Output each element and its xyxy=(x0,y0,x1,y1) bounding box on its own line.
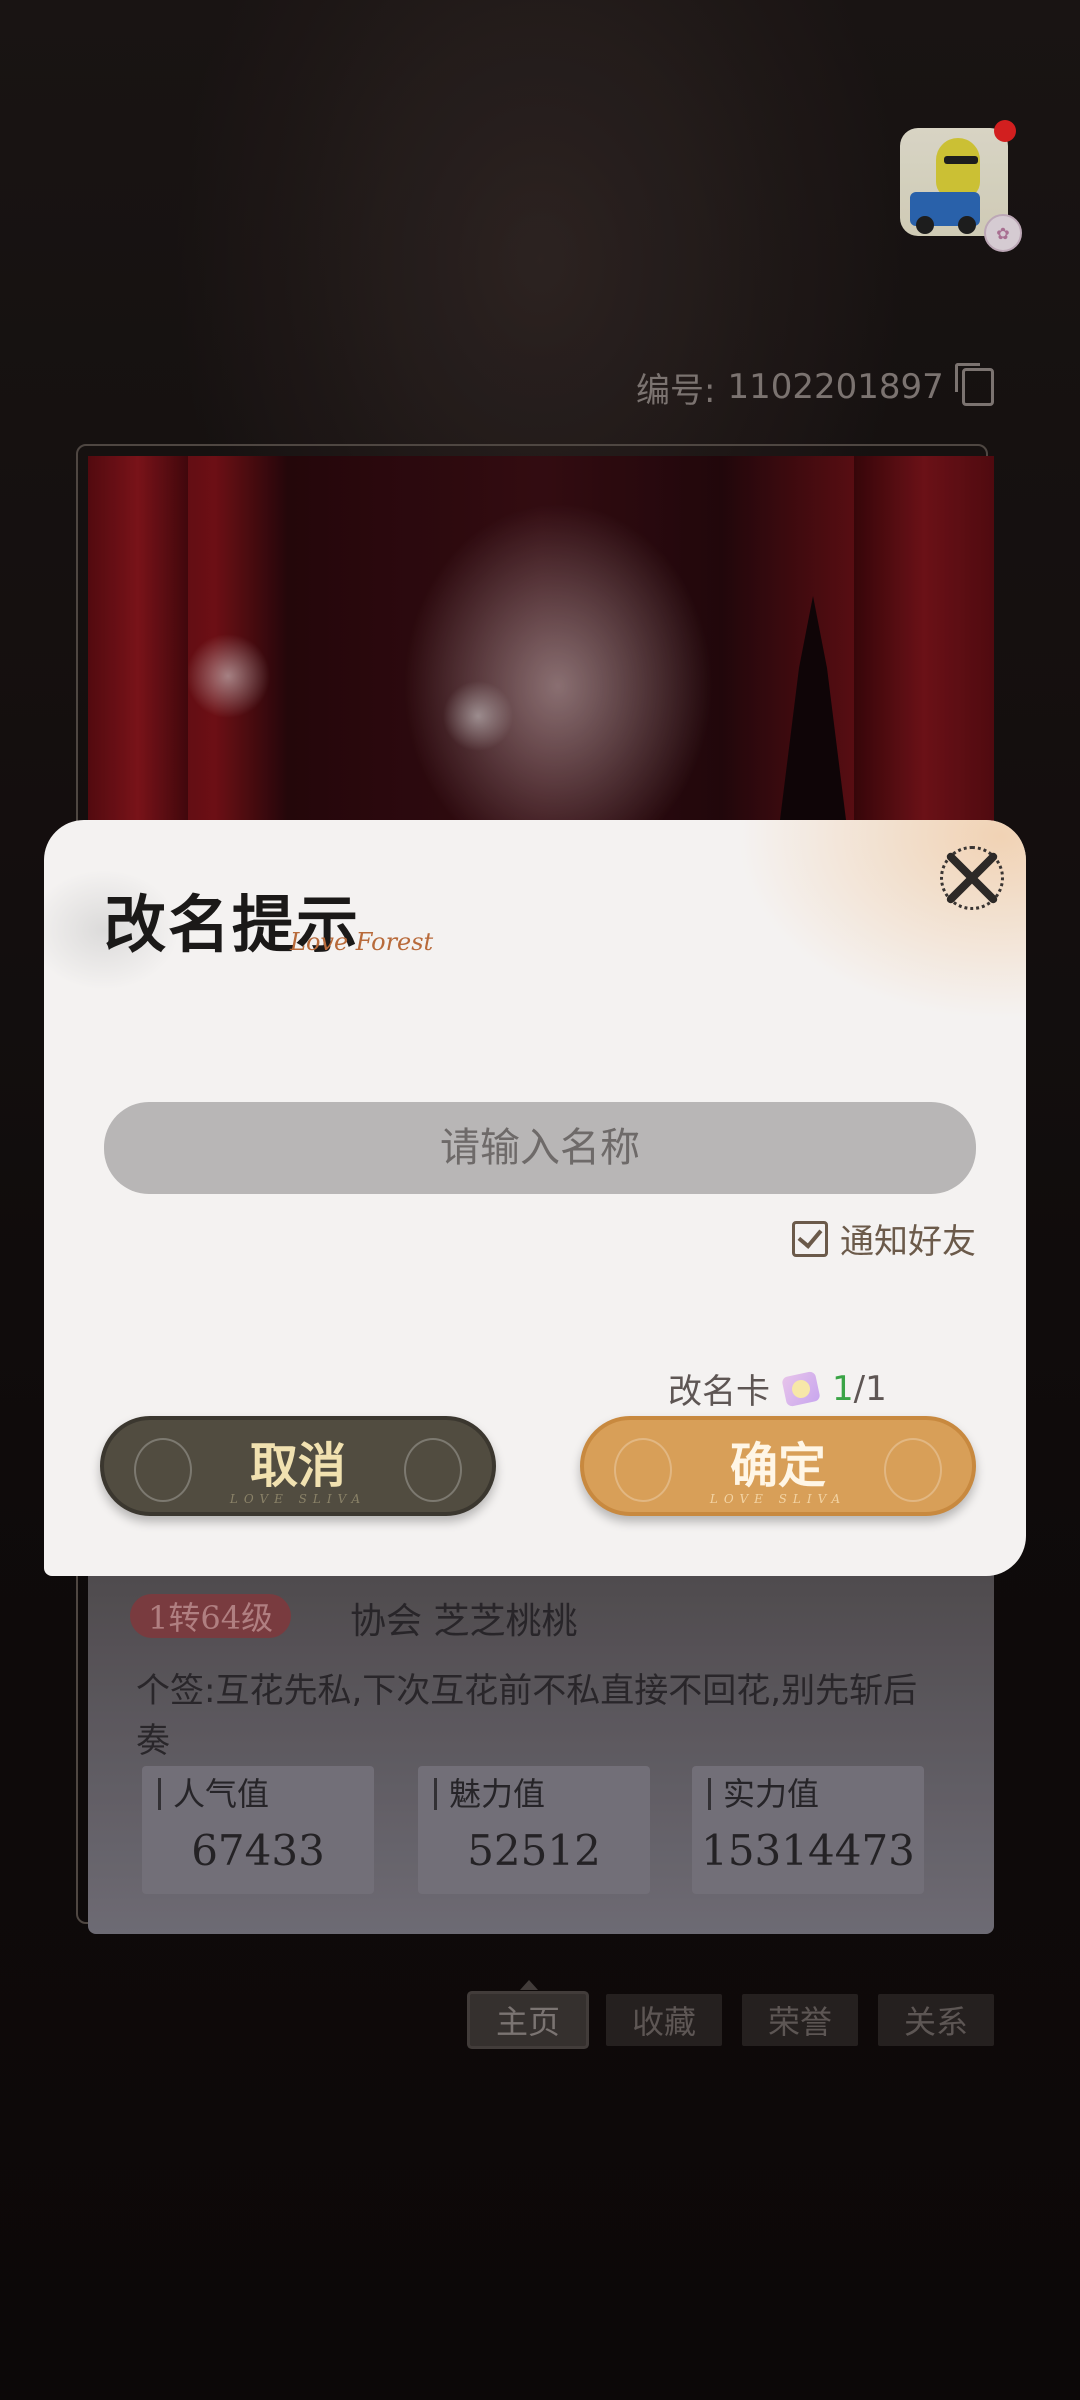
ornament-right xyxy=(404,1438,462,1502)
name-input[interactable] xyxy=(104,1102,976,1194)
ornament-left xyxy=(134,1438,192,1502)
checkbox-icon[interactable] xyxy=(792,1220,828,1257)
notify-friends-toggle[interactable]: 通知好友 xyxy=(792,1214,976,1263)
card-current: 1 xyxy=(832,1368,854,1409)
cancel-button-label: 取消 xyxy=(249,1438,346,1494)
ornament-right xyxy=(884,1438,942,1502)
dialog-script-text: Love Forest xyxy=(290,928,434,956)
rename-card-count: 改名卡 1/1 xyxy=(668,1364,887,1413)
notify-friends-label: 通知好友 xyxy=(840,1222,976,1262)
cancel-button[interactable]: 取消 LOVE SLIVA xyxy=(100,1416,496,1516)
close-icon[interactable] xyxy=(934,840,1010,916)
confirm-button-sub: LOVE SLIVA xyxy=(709,1492,847,1506)
confirm-button[interactable]: 确定 LOVE SLIVA xyxy=(580,1416,976,1516)
rename-card-icon xyxy=(781,1370,821,1407)
card-count: 1/1 xyxy=(832,1369,887,1409)
cancel-button-sub: LOVE SLIVA xyxy=(229,1492,367,1506)
card-total: /1 xyxy=(853,1368,887,1409)
rename-card-label: 改名卡 xyxy=(668,1372,770,1412)
rename-dialog: 改名提示 Love Forest 通知好友 改名卡 1/1 取消 LOVE SL… xyxy=(44,820,1026,1576)
ornament-left xyxy=(614,1438,672,1502)
confirm-button-label: 确定 xyxy=(729,1438,826,1494)
